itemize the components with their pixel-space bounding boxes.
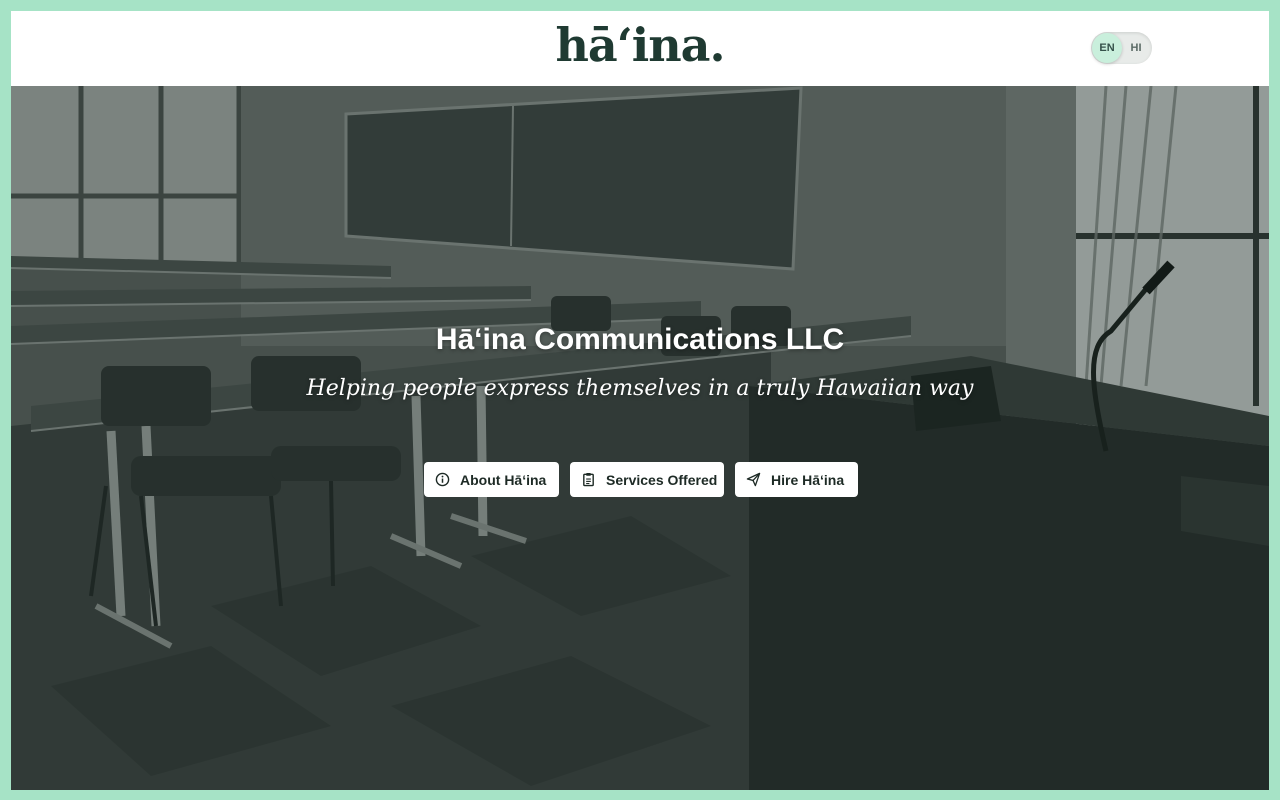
language-toggle[interactable]: EN HI	[1091, 32, 1152, 64]
site-logo[interactable]: hāʻina.	[555, 17, 725, 73]
paper-plane-icon	[746, 472, 761, 487]
info-icon	[435, 472, 450, 487]
hire-button[interactable]: Hire Hāʻina	[735, 462, 858, 497]
about-button-label: About Hāʻina	[460, 471, 547, 488]
hero-subtitle: Helping people express themselves in a t…	[306, 376, 974, 401]
hero-title: Hāʻina Communications LLC	[435, 323, 845, 356]
hire-button-label: Hire Hāʻina	[771, 471, 845, 488]
page-frame: hāʻina. EN HI Hāʻina Communications LLC …	[11, 11, 1269, 790]
site-header: hāʻina. EN HI	[11, 11, 1269, 86]
clipboard-icon	[581, 472, 596, 487]
language-option-hi[interactable]: HI	[1121, 32, 1151, 64]
language-option-en[interactable]: EN	[1092, 32, 1122, 64]
hero-overlay	[11, 86, 1269, 790]
about-button[interactable]: About Hāʻina	[424, 462, 559, 497]
services-button[interactable]: Services Offered	[570, 462, 724, 497]
services-button-label: Services Offered	[606, 471, 718, 488]
hero-button-row: About Hāʻina Services Offered Hire Hāʻin…	[424, 462, 858, 497]
hero-section: Hāʻina Communications LLC Helping people…	[11, 86, 1269, 790]
